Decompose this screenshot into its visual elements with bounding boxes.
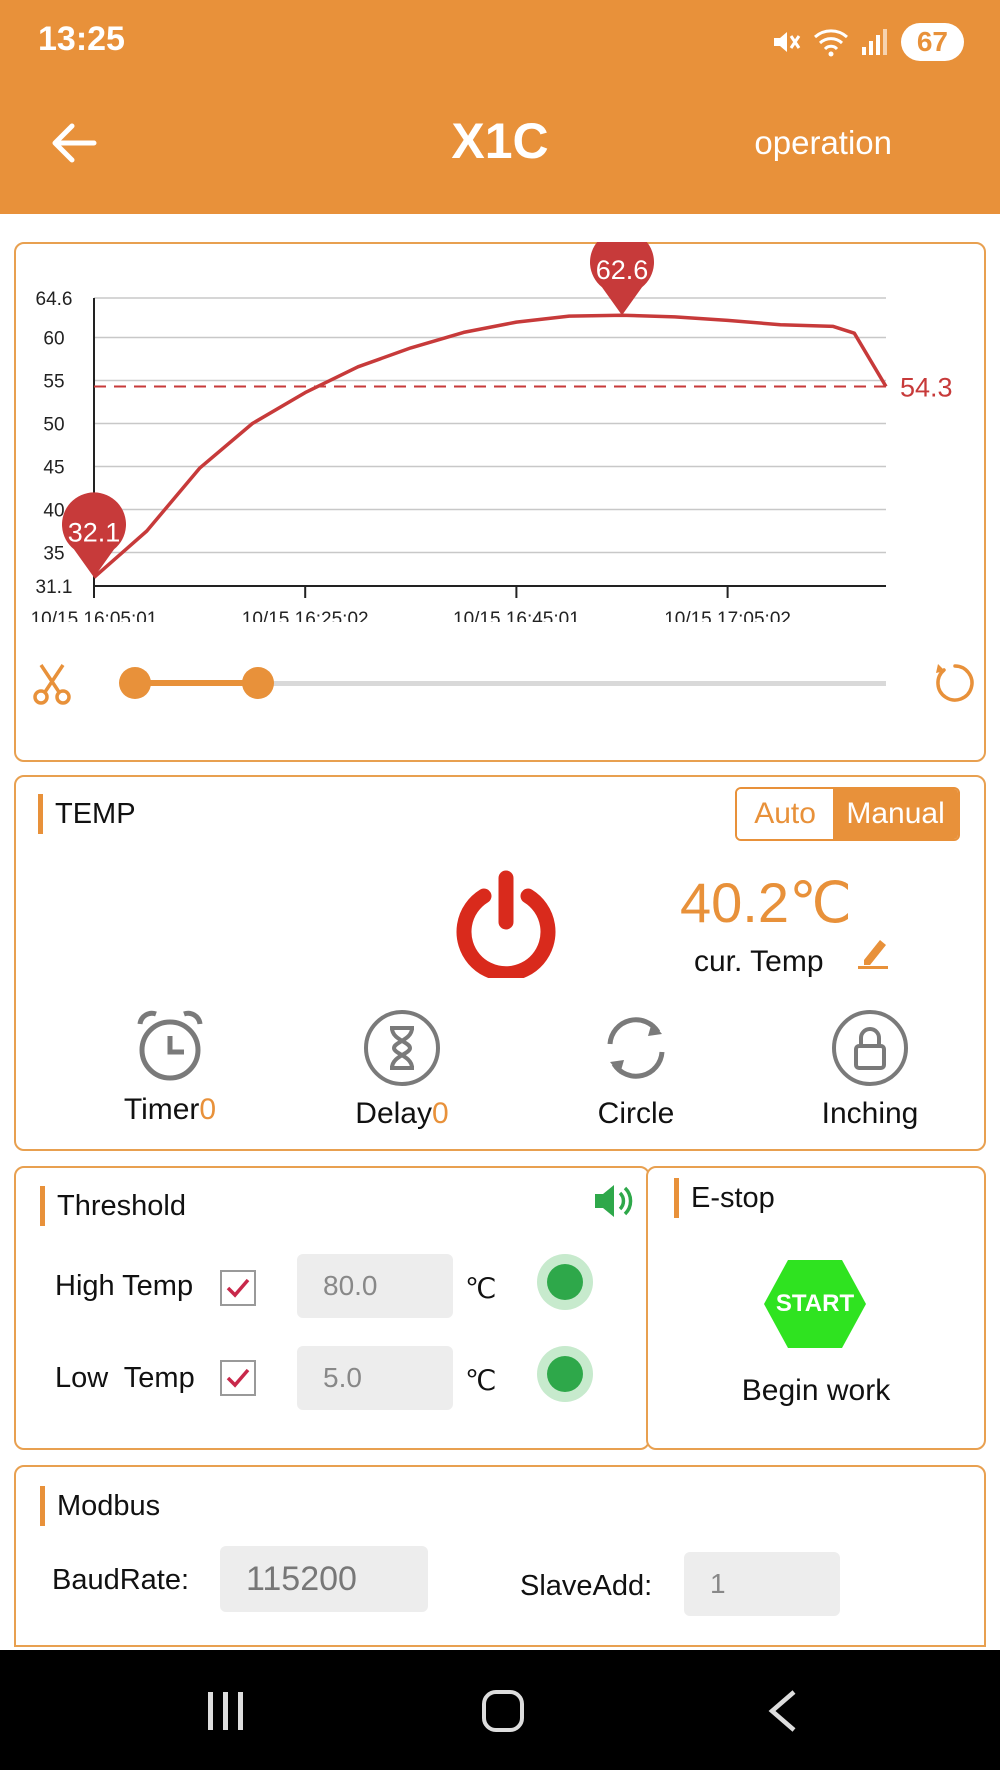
lock-icon (832, 1010, 908, 1086)
high-temp-checkbox[interactable] (220, 1270, 256, 1306)
high-temp-label: High Temp (55, 1270, 194, 1302)
low-temp-label: Low Temp (55, 1362, 195, 1394)
high-temp-unit: ℃ (465, 1273, 497, 1304)
low-temp-status-led (537, 1346, 593, 1402)
y-tick-label: 35 (43, 543, 64, 564)
high-temp-status-led (537, 1254, 593, 1310)
current-temp-label: cur. Temp (694, 945, 824, 978)
alarm-clock-icon (137, 1010, 203, 1081)
power-icon[interactable] (452, 870, 560, 978)
y-tick-label: 60 (43, 329, 64, 350)
inching-label: Inching (821, 1097, 919, 1130)
baudrate-label: BaudRate: (52, 1564, 190, 1596)
low-temp-unit: ℃ (465, 1365, 497, 1396)
y-tick-label: 55 (43, 372, 64, 393)
temperature-chart: 64.6 60 55 50 45 40 35 31.1 10/15 16:05:01 10/15 … (31, 242, 953, 622)
baudrate-input[interactable]: 115200 (220, 1546, 428, 1612)
slave-address-label: SlaveAdd: (520, 1570, 653, 1602)
timer-mode[interactable]: Timer0 (70, 1008, 270, 1127)
edit-pencil-icon[interactable] (856, 934, 892, 970)
mode-auto-button[interactable]: Auto (737, 789, 834, 839)
min-marker-label: 32.1 (68, 517, 121, 547)
system-nav-bar (0, 1650, 1000, 1770)
x-tick-label: 10/15 16:05:01 (31, 609, 158, 622)
slider-selected-range (135, 680, 258, 686)
current-temp-value: 40.2℃ (680, 871, 852, 934)
x-tick-label: 10/15 16:45:01 (453, 609, 580, 622)
operation-button[interactable]: operation (754, 124, 892, 162)
start-button-label: START (775, 1290, 855, 1317)
battery-indicator: 67 (900, 23, 964, 61)
delay-count: 0 (432, 1097, 449, 1130)
delay-label: Delay (355, 1097, 432, 1130)
status-time: 13:25 (38, 20, 125, 58)
x-tick-label: 10/15 16:25:02 (242, 609, 369, 622)
timer-label: Timer (123, 1093, 200, 1126)
high-temp-input[interactable]: 80.0 (297, 1254, 453, 1318)
mute-icon (773, 32, 801, 52)
low-temp-checkbox[interactable] (220, 1360, 256, 1396)
time-range-slider[interactable] (119, 667, 886, 699)
status-icons: 67 (771, 20, 964, 64)
temp-section-title: TEMP (38, 794, 136, 834)
circle-mode[interactable]: Circle (536, 1008, 736, 1131)
checkmark-icon (226, 1368, 250, 1388)
hourglass-icon (364, 1010, 440, 1086)
current-value-label: 54.3 (900, 373, 953, 403)
start-button[interactable]: START (762, 1258, 868, 1350)
wifi-icon (813, 29, 848, 57)
cycle-icon (607, 1017, 665, 1079)
y-tick-label: 45 (43, 458, 64, 479)
y-tick-label: 50 (43, 415, 64, 436)
scissors-icon[interactable] (32, 662, 72, 706)
inching-mode[interactable]: Inching (770, 1008, 970, 1131)
slave-address-input[interactable]: 1 (684, 1552, 840, 1616)
delay-mode[interactable]: Delay0 (302, 1008, 502, 1131)
estop-section-title: E-stop (674, 1178, 775, 1218)
signal-icon (861, 29, 887, 55)
y-tick-label: 64.6 (36, 289, 73, 310)
slider-handle-end[interactable] (241, 667, 274, 699)
nav-back-icon[interactable] (764, 1688, 804, 1734)
max-marker-label: 62.6 (596, 255, 649, 285)
begin-work-label: Begin work (741, 1374, 891, 1407)
mode-manual-button[interactable]: Manual (833, 789, 958, 839)
recent-apps-icon[interactable] (204, 1690, 248, 1732)
threshold-section-title: Threshold (40, 1186, 186, 1226)
y-tick-label: 31.1 (36, 577, 73, 598)
temperature-series-line (92, 313, 888, 579)
reset-icon[interactable] (932, 660, 978, 706)
x-tick-label: 10/15 17:05:02 (664, 609, 791, 622)
home-icon[interactable] (480, 1688, 526, 1734)
speaker-icon[interactable] (592, 1180, 636, 1222)
y-tick-label: 40 (43, 500, 64, 521)
checkmark-icon (226, 1278, 250, 1298)
circle-label: Circle (597, 1097, 675, 1130)
timer-count: 0 (199, 1093, 217, 1126)
mode-toggle[interactable]: Auto Manual (735, 787, 960, 841)
modbus-section-title: Modbus (40, 1486, 160, 1526)
low-temp-input[interactable]: 5.0 (297, 1346, 453, 1410)
